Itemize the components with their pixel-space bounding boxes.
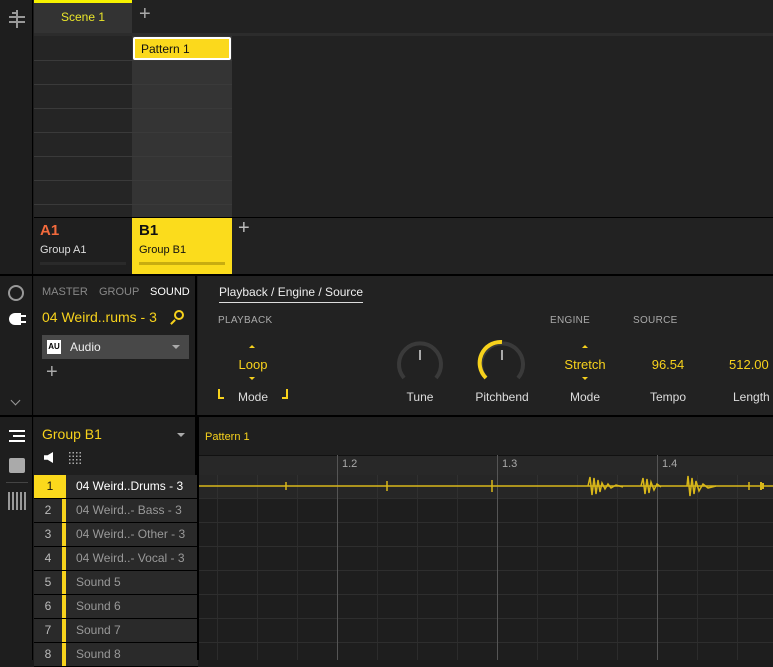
group-b1-letter: B1 (139, 222, 159, 239)
tune-knob[interactable] (395, 338, 445, 384)
sound-row-6[interactable]: 6 Sound 6 (34, 595, 198, 619)
section-engine: ENGINE (550, 315, 591, 326)
tempo-label: Tempo (649, 390, 687, 404)
add-plugin-button[interactable]: + (46, 361, 58, 384)
sound-name: 04 Weird..- Vocal - 3 (76, 551, 185, 565)
sound-row-3[interactable]: 3 04 Weird..- Other - 3 (34, 523, 198, 547)
audio-editor-icon[interactable] (8, 492, 26, 510)
dropdown-arrow-icon (172, 345, 180, 349)
sound-name: Sound 6 (76, 599, 121, 613)
group-selector[interactable]: Group B1 (42, 426, 102, 442)
playback-mode-label: Mode (237, 390, 269, 404)
sound-name: 04 Weird..- Other - 3 (76, 527, 186, 541)
group-a1-name: Group A1 (40, 244, 87, 256)
tune-label: Tune (406, 390, 434, 404)
pitchbend-label: Pitchbend (475, 390, 529, 404)
tab-group[interactable]: GROUP (99, 286, 139, 298)
sound-number: 3 (44, 527, 52, 541)
add-scene-button[interactable]: + (139, 3, 151, 26)
ruler-label: 1.2 (342, 458, 358, 470)
sound-name: 04 Weird..- Bass - 3 (76, 503, 182, 517)
piano-roll-icon[interactable] (9, 458, 25, 473)
section-playback: PLAYBACK (218, 315, 273, 326)
pitchbend-knob[interactable] (477, 338, 527, 384)
playback-mode-selector[interactable]: Loop Mode (218, 342, 288, 404)
sound-number: 5 (44, 575, 52, 589)
timeline-ruler[interactable] (198, 455, 773, 475)
divider (6, 482, 28, 483)
pattern-editor-icon[interactable] (9, 430, 25, 442)
sound-name: Sound 8 (76, 647, 121, 661)
plugin-name: Audio (70, 340, 101, 354)
pattern-clip-label: Pattern 1 (141, 42, 190, 56)
sound-name: Sound 7 (76, 623, 121, 637)
tab-sound[interactable]: SOUND (150, 286, 190, 298)
sound-row-8[interactable]: 8 Sound 8 (34, 643, 198, 667)
sound-row-1[interactable]: 1 04 Weird..Drums - 3 (34, 475, 198, 499)
sound-name: 04 Weird..Drums - 3 (76, 479, 184, 493)
pattern-clip[interactable]: Pattern 1 (133, 37, 231, 60)
plugin-icon[interactable] (9, 313, 21, 325)
tab-master[interactable]: MASTER (42, 286, 88, 298)
audio-waveform[interactable] (198, 475, 773, 498)
sound-name[interactable]: 04 Weird..rums - 3 (42, 309, 157, 325)
length-value[interactable]: 512.00 (729, 357, 769, 372)
sound-name: Sound 5 (76, 575, 121, 589)
pattern-name[interactable]: Pattern 1 (205, 431, 250, 443)
plugin-slot[interactable]: AU Audio (42, 335, 189, 359)
engine-mode-label: Mode (569, 390, 601, 404)
sound-number: 8 (44, 647, 52, 661)
plugin-icon-prongs (21, 315, 26, 317)
pad-grid-icon[interactable] (68, 451, 82, 465)
ruler-label: 1.3 (502, 458, 518, 470)
engine-mode-selector[interactable]: Stretch Mode (550, 342, 620, 404)
engine-mode-value: Stretch (564, 357, 606, 372)
au-badge: AU (47, 340, 61, 354)
sound-row-4[interactable]: 4 04 Weird..- Vocal - 3 (34, 547, 198, 571)
ruler-label: 1.4 (662, 458, 678, 470)
group-a1-letter: A1 (40, 222, 60, 239)
page-tab[interactable]: Playback / Engine / Source (219, 285, 364, 303)
section-source: SOURCE (633, 315, 678, 326)
sound-number: 6 (44, 599, 52, 613)
tempo-value[interactable]: 96.54 (638, 357, 698, 372)
left-toolbar (0, 0, 33, 660)
group-b1[interactable]: B1 Group B1 (132, 218, 232, 274)
sound-row-5[interactable]: 5 Sound 5 (34, 571, 198, 595)
playback-mode-value: Loop (238, 357, 268, 372)
group-b1-name: Group B1 (139, 244, 187, 256)
sound-row-2[interactable]: 2 04 Weird..- Bass - 3 (34, 499, 198, 523)
scene-tab[interactable]: Scene 1 (34, 0, 132, 33)
scene-tab-label: Scene 1 (60, 10, 106, 24)
sound-number: 7 (44, 623, 52, 637)
performance-icon[interactable] (8, 285, 24, 301)
sound-row-7[interactable]: 7 Sound 7 (34, 619, 198, 643)
sound-number: 4 (44, 551, 52, 565)
arranger-view-icon[interactable] (9, 10, 25, 28)
group-b1-column (132, 36, 232, 218)
dropdown-arrow-icon[interactable] (177, 433, 185, 437)
group-a1[interactable]: A1 Group A1 (34, 218, 132, 274)
sound-number: 1 (34, 475, 66, 498)
sound-number: 2 (44, 503, 52, 517)
waveform-tail (760, 482, 764, 490)
note-grid[interactable] (198, 475, 773, 660)
search-icon[interactable] (174, 310, 184, 320)
length-label: Length (733, 390, 770, 404)
add-group-button[interactable]: + (238, 217, 250, 240)
